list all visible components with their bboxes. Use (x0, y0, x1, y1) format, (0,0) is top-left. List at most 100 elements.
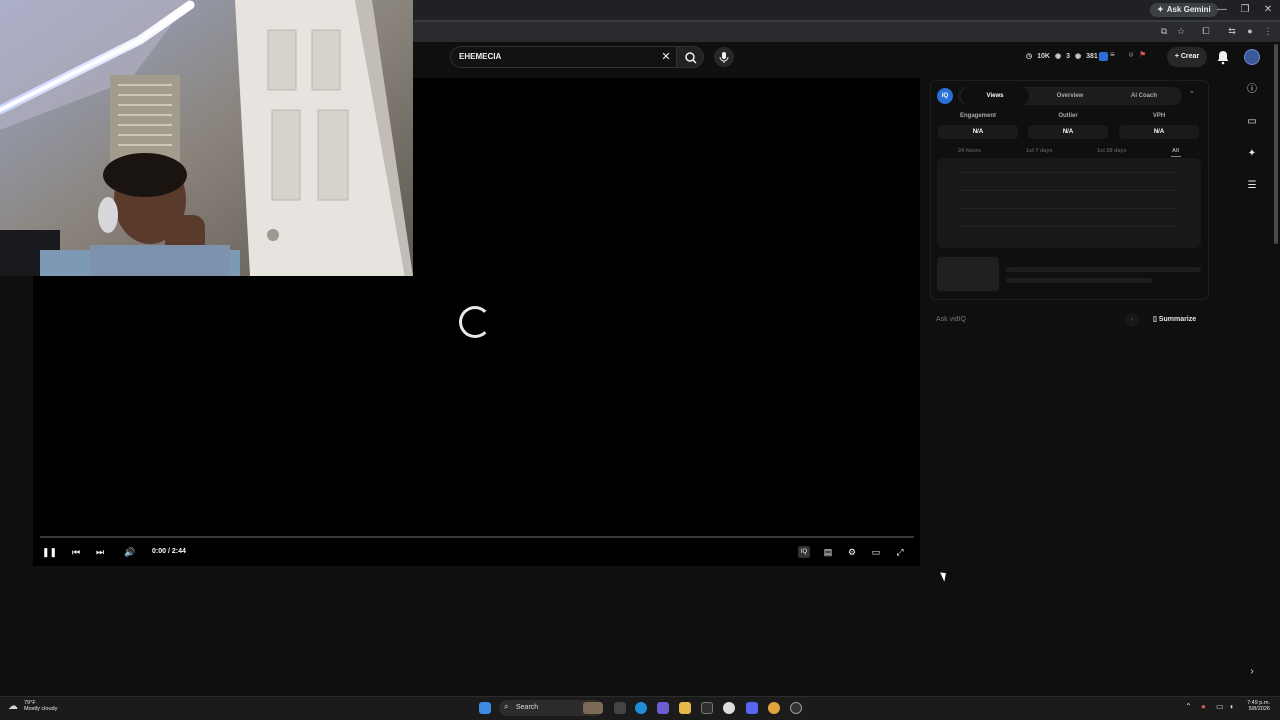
tab-search-icon[interactable]: ⇆ (1225, 24, 1239, 38)
chevron-right-icon[interactable]: › (1245, 665, 1259, 679)
voice-search-button[interactable] (714, 47, 734, 67)
search-icon: ⌕ (504, 702, 509, 711)
range-7d[interactable]: 1st 7 days (1026, 148, 1053, 154)
range-28d[interactable]: 1st 28 days (1097, 148, 1127, 154)
next-button[interactable]: ⏭ (94, 545, 106, 559)
playlist-icon[interactable]: ☰ (1245, 179, 1259, 193)
vidiq-player-icon[interactable]: IQ (798, 546, 810, 558)
skip-previous-icon: ⏮ (71, 547, 81, 557)
tab-views[interactable]: Views (961, 87, 1029, 105)
fullscreen-button[interactable]: ⤢ (894, 545, 906, 559)
sparkle-icon[interactable]: ✦ (1245, 147, 1259, 161)
send-button[interactable]: › (1125, 313, 1139, 327)
collapse-chevron-icon[interactable]: ⌃ (1189, 90, 1195, 98)
microphone-icon (719, 52, 729, 63)
metric-label-vph: VPH (1152, 113, 1166, 119)
range-all-underline (1171, 156, 1181, 157)
taskbar-clock[interactable]: 7:49 p.m. 5/8/2026 (1240, 700, 1270, 712)
bell-icon (1217, 51, 1229, 65)
chevron-up-icon[interactable]: ⌃ (1185, 702, 1192, 711)
chart-gridline (957, 208, 1177, 209)
tab-overview[interactable]: Overview (1036, 87, 1104, 105)
toolbar-divider (414, 20, 1280, 22)
skip-next-icon: ⏭ (95, 547, 105, 557)
browser-menu-icon[interactable]: ⋮ (1261, 24, 1275, 38)
range-24h[interactable]: 24 hours (958, 148, 981, 154)
list-icon[interactable]: ≡ (1110, 50, 1115, 59)
mic-status-icon[interactable]: ● (1201, 702, 1206, 711)
trophy-icon[interactable]: ♅ (1128, 50, 1134, 59)
ask-gemini-button[interactable]: ✦ Ask Gemini (1150, 3, 1218, 17)
volume-icon: 🔊 (124, 547, 136, 557)
ask-vidiq-input[interactable]: Ask vidIQ (930, 310, 1142, 330)
metric-label-outlier: Outlier (1058, 113, 1078, 119)
weather-desc: Mostly cloudy (24, 706, 58, 712)
text-placeholder (1006, 267, 1201, 272)
extensions-icon[interactable]: ⧠ (1199, 24, 1213, 38)
restore-button[interactable]: ❐ (1236, 2, 1254, 18)
edge-icon[interactable] (635, 702, 647, 714)
close-window-button[interactable]: ✕ (1259, 2, 1277, 18)
text-placeholder (1006, 278, 1152, 283)
chart-gridline (957, 226, 1177, 227)
chrome-icon[interactable] (768, 702, 780, 714)
eye-icon: ◉ (1054, 53, 1062, 60)
chart-gridline (957, 172, 1177, 173)
obs-icon[interactable] (790, 702, 802, 714)
theater-icon: ▭ (871, 547, 881, 557)
scrollbar[interactable] (1274, 44, 1278, 244)
chevron-right-icon: › (1130, 316, 1134, 323)
eye-icon: ◉ (1074, 53, 1082, 60)
avatar[interactable] (1244, 49, 1260, 65)
task-view-icon[interactable] (614, 702, 626, 714)
clear-search-icon[interactable]: ✕ (660, 49, 672, 65)
discord-icon[interactable] (746, 702, 758, 714)
create-button[interactable]: + Crear (1167, 47, 1207, 67)
create-label: Crear (1180, 53, 1200, 60)
sparkle-icon: ✦ (1157, 5, 1164, 14)
subtitles-button[interactable]: ▤ (822, 545, 834, 559)
vidiq-extension-icon[interactable] (1099, 52, 1108, 61)
vidiq-stats-bar[interactable]: ◷ 10K ◉ 3 ◉ 381 (1026, 51, 1098, 63)
search-button[interactable] (676, 46, 704, 68)
vidiq-logo: IQ (937, 88, 953, 104)
file-explorer-icon[interactable] (679, 702, 691, 714)
volume-button[interactable]: 🔊 (123, 545, 137, 559)
notifications-button[interactable] (1216, 49, 1230, 65)
network-icon[interactable]: ▭ (1216, 702, 1224, 711)
ask-gemini-label: Ask Gemini (1166, 5, 1211, 14)
time-display: 0:00 / 2:44 (152, 548, 186, 555)
alert-icon[interactable]: ⚑ (1139, 50, 1146, 59)
chart-gridline (957, 190, 1177, 191)
mouse-cursor-icon (940, 570, 949, 582)
stat-count: 381 (1086, 53, 1098, 60)
search-input[interactable]: EHEMECIA (450, 46, 678, 68)
chart-icon: ▤ (823, 547, 833, 557)
app-icon[interactable] (723, 702, 735, 714)
pause-icon: ❚❚ (42, 547, 58, 557)
tab-ai-coach[interactable]: AI Coach (1110, 87, 1178, 105)
settings-button[interactable]: ⚙ (846, 545, 858, 559)
info-icon[interactable]: ⓘ (1245, 83, 1259, 97)
pause-button[interactable]: ❚❚ (42, 545, 58, 559)
summarize-button[interactable]: ▯ Summarize (1153, 314, 1196, 326)
previous-button[interactable]: ⏮ (70, 545, 82, 559)
metric-value-vph: N/A (1119, 125, 1199, 139)
store-icon[interactable] (701, 702, 713, 714)
copilot-icon[interactable] (657, 702, 669, 714)
thumbnail-placeholder (937, 257, 999, 291)
comments-icon[interactable]: ▭ (1245, 115, 1259, 129)
webcam-image (0, 0, 413, 276)
cloud-icon: ☁ (8, 701, 18, 712)
install-app-icon[interactable]: ⧉ (1157, 24, 1171, 38)
weather-widget[interactable]: 79°F Mostly cloudy (24, 700, 57, 712)
bookmark-star-icon[interactable]: ☆ (1174, 24, 1188, 38)
windows-start-icon[interactable] (479, 702, 491, 714)
progress-bar[interactable] (40, 536, 914, 538)
volume-icon[interactable]: ◖ (1229, 702, 1234, 711)
range-all[interactable]: All (1172, 148, 1179, 154)
theater-mode-button[interactable]: ▭ (870, 545, 882, 559)
profile-icon[interactable]: ● (1243, 24, 1257, 38)
minimize-button[interactable]: — (1213, 2, 1231, 18)
clock-date: 5/8/2026 (1248, 706, 1270, 712)
